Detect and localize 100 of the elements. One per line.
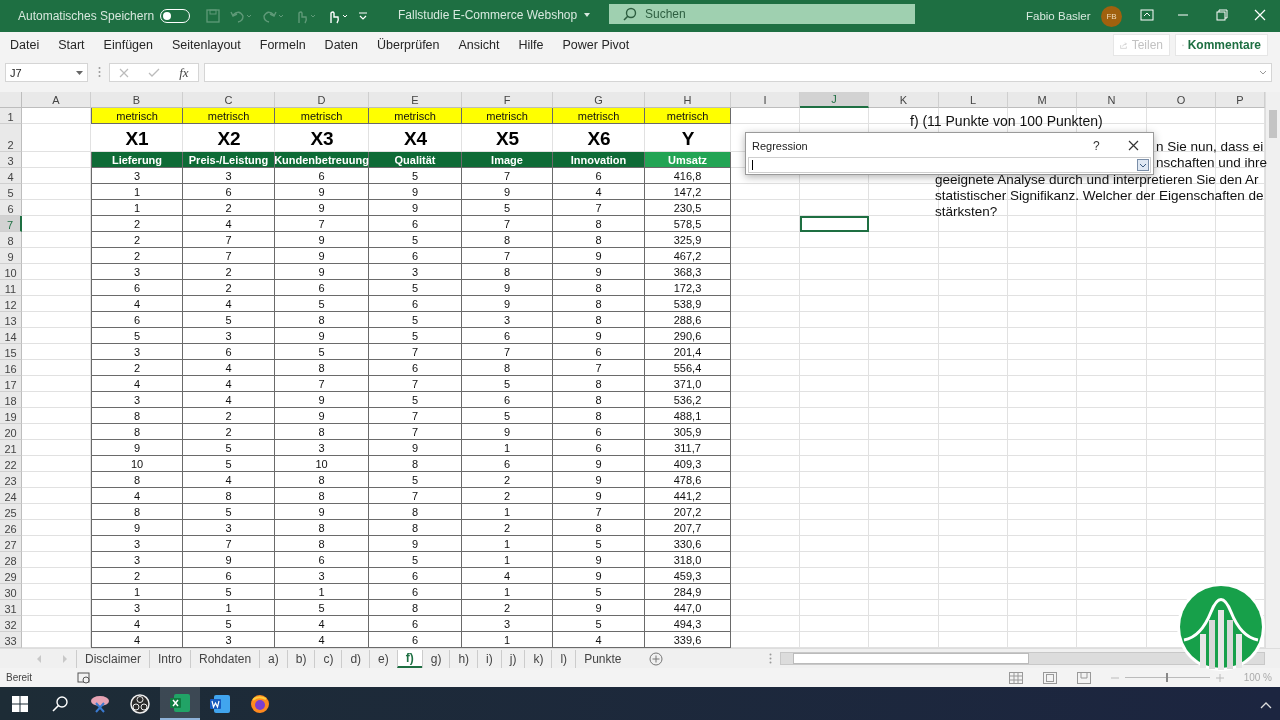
accessibility-icon[interactable] <box>77 671 92 684</box>
cancel-icon[interactable] <box>119 67 130 78</box>
sheet-tab[interactable]: c) <box>314 649 342 668</box>
row-header[interactable]: 28 <box>0 552 22 568</box>
row-header[interactable]: 25 <box>0 504 22 520</box>
name-box[interactable]: J7 <box>5 63 88 82</box>
row-header[interactable]: 19 <box>0 408 22 424</box>
row-header[interactable]: 24 <box>0 488 22 504</box>
expand-icon[interactable] <box>1259 70 1267 75</box>
restore-icon[interactable] <box>1216 9 1228 21</box>
more-icon[interactable] <box>98 66 101 78</box>
column-header[interactable]: P <box>1216 92 1265 108</box>
row-header[interactable]: 27 <box>0 536 22 552</box>
browser-icon[interactable] <box>250 693 270 714</box>
column-header[interactable]: B <box>91 92 183 108</box>
row-header[interactable]: 33 <box>0 632 22 648</box>
row-header[interactable]: 10 <box>0 264 22 280</box>
row-header[interactable]: 29 <box>0 568 22 584</box>
menu-tab[interactable]: Formeln <box>259 38 306 52</box>
column-header[interactable]: D <box>275 92 369 108</box>
windows-icon[interactable] <box>12 695 28 712</box>
sheet-tab[interactable]: i) <box>477 649 501 668</box>
page-break-icon[interactable] <box>1076 671 1091 684</box>
row-header[interactable]: 31 <box>0 600 22 616</box>
row-header[interactable]: 6 <box>0 200 22 216</box>
aperture-icon[interactable] <box>130 693 150 714</box>
column-header[interactable]: H <box>645 92 731 108</box>
help-button[interactable]: ? <box>1093 139 1100 153</box>
sheet-tab[interactable]: e) <box>369 649 397 668</box>
close-icon[interactable] <box>1128 140 1139 151</box>
sheet-tab[interactable]: Disclaimer <box>76 649 149 668</box>
snipping-tool-icon[interactable] <box>90 694 110 713</box>
caret-icon[interactable] <box>76 70 83 75</box>
menu-tab[interactable]: Ansicht <box>458 38 500 52</box>
sheet-tab[interactable]: k) <box>524 649 552 668</box>
expand-dialog-icon[interactable] <box>1137 159 1149 171</box>
comments-button[interactable]: Kommentare <box>1175 34 1268 56</box>
column-header[interactable]: C <box>183 92 275 108</box>
column-header[interactable]: K <box>869 92 939 108</box>
menu-tab[interactable]: Überprüfen <box>376 38 440 52</box>
column-header[interactable]: G <box>553 92 645 108</box>
sheet-tab[interactable]: b) <box>286 649 315 668</box>
ribbon-display-icon[interactable] <box>1140 9 1154 21</box>
column-header[interactable]: A <box>22 92 91 108</box>
row-header[interactable]: 1 <box>0 108 22 124</box>
zoom-slider-thumb[interactable] <box>1166 673 1169 682</box>
sheet-tab[interactable]: a) <box>259 649 287 668</box>
previous-sheet-icon[interactable] <box>36 654 42 663</box>
range-input[interactable] <box>748 157 1151 173</box>
sheet-tab[interactable]: l) <box>551 649 576 668</box>
sheet-tab[interactable]: Rohdaten <box>190 649 260 668</box>
sheet-tab[interactable]: h) <box>449 649 478 668</box>
row-header[interactable]: 13 <box>0 312 22 328</box>
row-header[interactable]: 21 <box>0 440 22 456</box>
row-header[interactable]: 7 <box>0 216 22 232</box>
sheet-tab[interactable]: f) <box>396 649 422 668</box>
sheet-tab[interactable]: Intro <box>149 649 191 668</box>
menu-tab[interactable]: Daten <box>324 38 358 52</box>
sheet-tab[interactable]: j) <box>500 649 525 668</box>
chevron-up-icon[interactable] <box>1260 700 1272 709</box>
column-header[interactable]: M <box>1008 92 1077 108</box>
menu-tab[interactable]: Power Pivot <box>562 38 630 52</box>
more-icon[interactable] <box>769 653 772 664</box>
document-title[interactable]: Fallstudie E-Commerce Webshop <box>398 8 578 22</box>
row-header[interactable]: 4 <box>0 168 22 184</box>
row-header[interactable]: 18 <box>0 392 22 408</box>
column-header[interactable]: N <box>1077 92 1147 108</box>
caret-icon[interactable] <box>583 12 592 18</box>
undo-icon[interactable] <box>230 9 253 23</box>
column-header[interactable]: F <box>462 92 553 108</box>
menu-tab[interactable]: Einfügen <box>103 38 153 52</box>
menu-tab[interactable]: Hilfe <box>518 38 544 52</box>
row-header[interactable]: 16 <box>0 360 22 376</box>
insert-function-button[interactable]: fx <box>179 64 189 81</box>
normal-view-icon[interactable] <box>1008 671 1023 684</box>
menu-tab[interactable]: Seitenlayout <box>171 38 241 52</box>
search-icon[interactable] <box>52 695 68 712</box>
column-header[interactable]: I <box>731 92 800 108</box>
page-layout-icon[interactable] <box>1042 671 1057 684</box>
column-header[interactable]: J <box>800 92 869 108</box>
column-header[interactable]: E <box>369 92 462 108</box>
document-app-icon[interactable] <box>210 694 230 713</box>
row-header[interactable]: 30 <box>0 584 22 600</box>
row-header[interactable]: 32 <box>0 616 22 632</box>
zoom-in-icon[interactable] <box>1215 673 1224 682</box>
row-header[interactable]: 5 <box>0 184 22 200</box>
row-header[interactable]: 2 <box>0 124 22 152</box>
row-header[interactable]: 12 <box>0 296 22 312</box>
search-field[interactable]: Suchen <box>609 4 915 24</box>
add-sheet-icon[interactable] <box>649 651 664 666</box>
sheet-tab[interactable]: g) <box>421 649 450 668</box>
customize-icon[interactable] <box>358 11 369 21</box>
menu-tab[interactable]: Datei <box>10 38 40 52</box>
select-all-button[interactable] <box>0 92 22 108</box>
formula-input[interactable] <box>204 63 1272 82</box>
row-header[interactable]: 11 <box>0 280 22 296</box>
row-header[interactable]: 3 <box>0 152 22 168</box>
row-header[interactable]: 9 <box>0 248 22 264</box>
spreadsheet-app-icon[interactable] <box>170 693 190 712</box>
row-header[interactable]: 8 <box>0 232 22 248</box>
